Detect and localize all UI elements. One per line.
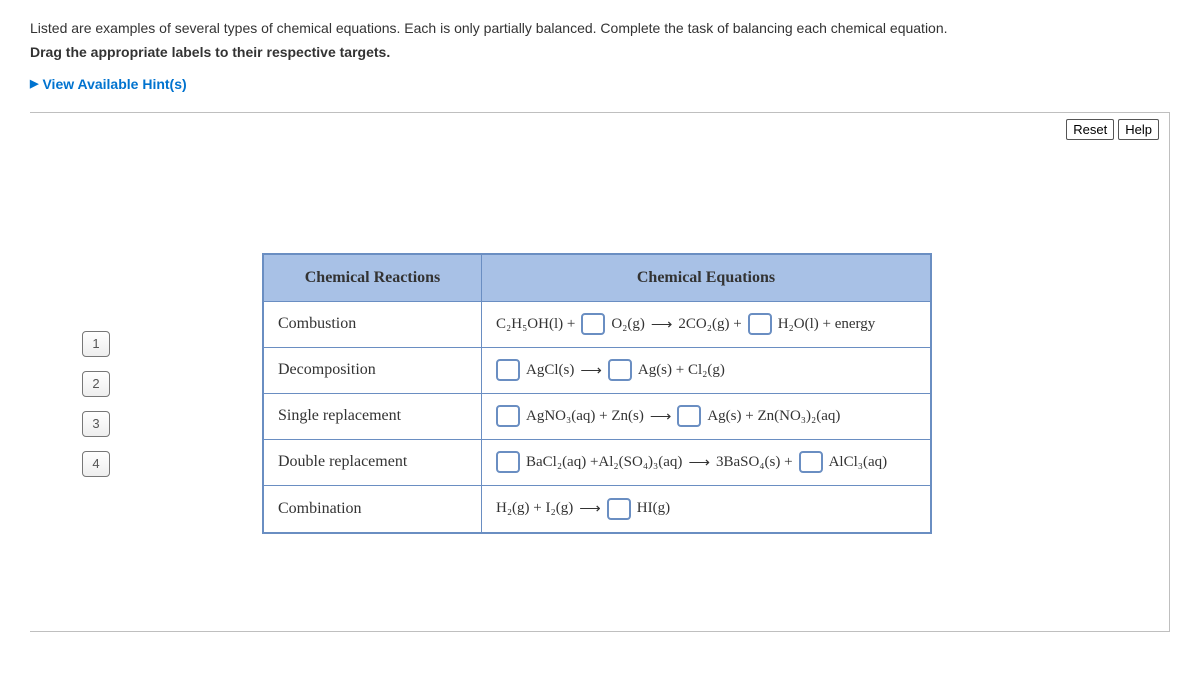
eq-text: Ag(s) + Cl₂(g) — [638, 362, 725, 379]
help-button[interactable]: Help — [1118, 119, 1159, 140]
equation-cell: BaCl₂(aq) +Al₂(SO₄)₃(aq) ⟶ 3BaSO₄(s) + A… — [482, 440, 930, 486]
equation-cell: C₂H₅OH(l) + O₂(g) ⟶ 2CO₂(g) + H₂O(l) + e… — [482, 302, 930, 348]
reset-button[interactable]: Reset — [1066, 119, 1114, 140]
drag-label-4[interactable]: 4 — [82, 451, 110, 477]
triangle-right-icon: ▶ — [30, 77, 38, 90]
reaction-name: Single replacement — [264, 394, 482, 440]
drop-target[interactable] — [496, 405, 520, 427]
button-bar: Reset Help — [1066, 119, 1159, 140]
reaction-name: Decomposition — [264, 348, 482, 394]
drag-label-3[interactable]: 3 — [82, 411, 110, 437]
equation-cell: AgCl(s) ⟶ Ag(s) + Cl₂(g) — [482, 348, 930, 394]
work-area: Reset Help 1 2 3 4 Chemical Reactions Ch… — [30, 112, 1170, 632]
reaction-name: Combustion — [264, 302, 482, 348]
drag-label-1[interactable]: 1 — [82, 331, 110, 357]
arrow-icon: ⟶ — [688, 453, 710, 472]
equations-table: Chemical Reactions Chemical Equations Co… — [262, 253, 932, 534]
eq-text: AgNO₃(aq) + Zn(s) — [526, 408, 644, 425]
header-equations: Chemical Equations — [482, 255, 930, 302]
arrow-icon: ⟶ — [651, 315, 673, 334]
table-row: Decomposition AgCl(s) ⟶ Ag(s) + Cl₂(g) — [264, 348, 930, 394]
eq-text: 2CO₂(g) + — [678, 316, 741, 333]
view-hints-label: View Available Hint(s) — [42, 76, 186, 92]
drop-target[interactable] — [677, 405, 701, 427]
eq-text: AgCl(s) — [526, 362, 574, 379]
reaction-name: Combination — [264, 486, 482, 532]
drop-target[interactable] — [496, 359, 520, 381]
header-reactions: Chemical Reactions — [264, 255, 482, 302]
eq-text: Ag(s) + Zn(NO₃)₂(aq) — [707, 408, 840, 425]
view-hints-toggle[interactable]: ▶ View Available Hint(s) — [30, 76, 187, 92]
intro-text-2: Drag the appropriate labels to their res… — [30, 44, 1170, 60]
table-header-row: Chemical Reactions Chemical Equations — [264, 255, 930, 302]
equation-cell: H₂(g) + I₂(g) ⟶ HI(g) — [482, 486, 930, 532]
eq-text: 3BaSO₄(s) + — [716, 454, 793, 471]
table-row: Combination H₂(g) + I₂(g) ⟶ HI(g) — [264, 486, 930, 532]
eq-text: HI(g) — [637, 500, 670, 517]
eq-text: BaCl₂(aq) +Al₂(SO₄)₃(aq) — [526, 454, 682, 471]
drag-label-2[interactable]: 2 — [82, 371, 110, 397]
eq-text: AlCl₃(aq) — [829, 454, 888, 471]
drop-target[interactable] — [748, 313, 772, 335]
arrow-icon: ⟶ — [579, 499, 601, 518]
drop-target[interactable] — [607, 498, 631, 520]
arrow-icon: ⟶ — [580, 361, 602, 380]
eq-text: H₂(g) + I₂(g) — [496, 500, 573, 517]
drag-label-stack: 1 2 3 4 — [82, 331, 110, 477]
eq-text: C₂H₅OH(l) + — [496, 316, 575, 333]
drop-target[interactable] — [799, 451, 823, 473]
table-row: Single replacement AgNO₃(aq) + Zn(s) ⟶ A… — [264, 394, 930, 440]
intro-text-1: Listed are examples of several types of … — [30, 20, 1170, 36]
arrow-icon: ⟶ — [650, 407, 672, 426]
table-row: Combustion C₂H₅OH(l) + O₂(g) ⟶ 2CO₂(g) +… — [264, 302, 930, 348]
eq-text: O₂(g) — [611, 316, 645, 333]
table-row: Double replacement BaCl₂(aq) +Al₂(SO₄)₃(… — [264, 440, 930, 486]
drop-target[interactable] — [581, 313, 605, 335]
eq-text: H₂O(l) + energy — [778, 316, 876, 333]
equation-cell: AgNO₃(aq) + Zn(s) ⟶ Ag(s) + Zn(NO₃)₂(aq) — [482, 394, 930, 440]
drop-target[interactable] — [496, 451, 520, 473]
reaction-name: Double replacement — [264, 440, 482, 486]
drop-target[interactable] — [608, 359, 632, 381]
